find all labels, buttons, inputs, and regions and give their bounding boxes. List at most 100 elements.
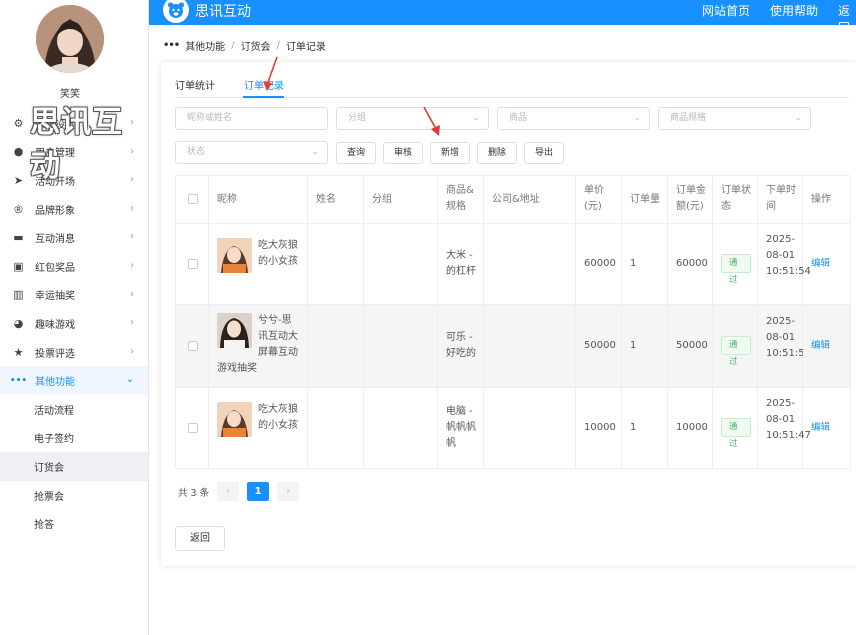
nickname-text: 吃大灰狼的小女孩 xyxy=(258,404,298,431)
sidebar-item-other-functions[interactable]: ••• 其他功能 ⌄ xyxy=(0,366,148,395)
top-bar: 思讯互动 网站首页 使用帮助 返回 xyxy=(149,0,856,35)
nickname-cell: 吃大灰狼的小女孩 xyxy=(209,388,308,469)
header-cell: 操作 xyxy=(803,176,851,224)
nickname-input[interactable]: 昵称或姓名 xyxy=(175,107,328,130)
company-cell xyxy=(484,305,576,388)
header-cell: 商品&规格 xyxy=(438,176,484,224)
nav-home-link[interactable]: 网站首页 xyxy=(702,2,750,19)
price-cell: 50000 xyxy=(576,305,622,388)
content-card: 订单统计 订单记录 昵称或姓名 分组 ⌄ 商品 ⌄ 商品规格 ⌄ 状态 ⌄ 查询… xyxy=(161,62,856,566)
sidebar-item-label: 品牌形象 xyxy=(35,205,75,217)
sidebar-item-label: 互动消息 xyxy=(35,234,75,246)
product-select-placeholder: 商品 xyxy=(509,113,528,123)
review-button[interactable]: 审核 xyxy=(383,142,423,164)
amount-cell: 60000 xyxy=(668,224,713,305)
edit-link[interactable]: 编辑 xyxy=(811,256,844,272)
status-select[interactable]: 状态 ⌄ xyxy=(175,141,328,164)
chevron-right-icon: › xyxy=(130,317,134,329)
sidebar-subitem-e-sign[interactable]: 电子签约 xyxy=(0,424,148,453)
action-cell: 编辑 xyxy=(803,388,851,469)
spec-select-placeholder: 商品规格 xyxy=(670,113,707,123)
page-number-button[interactable]: 1 xyxy=(247,482,270,501)
row-checkbox[interactable] xyxy=(188,423,198,433)
company-cell xyxy=(484,388,576,469)
header-cell: 公司&地址 xyxy=(484,176,576,224)
nav-help-link[interactable]: 使用帮助 xyxy=(770,2,818,19)
header-cell: 订单金额(元) xyxy=(668,176,713,224)
user-avatar[interactable] xyxy=(36,5,104,73)
row-checkbox[interactable] xyxy=(188,341,198,351)
breadcrumb-item[interactable]: 其他功能 xyxy=(185,38,225,53)
chevron-right-icon: › xyxy=(130,259,134,271)
product-select[interactable]: 商品 ⌄ xyxy=(497,107,650,130)
table-row: 吃大灰狼的小女孩 大米 - 的杠杆 60000 1 60000 通过 2025-… xyxy=(176,224,851,305)
send-icon: ➤ xyxy=(13,173,24,187)
gift-icon: ▣ xyxy=(13,259,24,273)
chevron-down-icon: ⌄ xyxy=(311,147,319,157)
gear-icon: ⚙ xyxy=(13,116,24,130)
header-cell: 订单量 xyxy=(622,176,668,224)
logo-icon[interactable] xyxy=(163,0,189,23)
product-cell: 大米 - 的杠杆 xyxy=(438,224,484,305)
name-cell xyxy=(308,305,364,388)
tabs: 订单统计 订单记录 xyxy=(175,74,849,98)
game-icon: ◕ xyxy=(13,316,24,330)
row-checkbox[interactable] xyxy=(188,259,198,269)
chevron-down-icon: ⌄ xyxy=(633,113,641,123)
header-cell: 姓名 xyxy=(308,176,364,224)
prev-page-button[interactable]: ‹ xyxy=(217,482,240,501)
export-button[interactable]: 导出 xyxy=(524,142,564,164)
chevron-right-icon: › xyxy=(130,345,134,357)
header-select-cell xyxy=(176,176,209,224)
product-cell: 电脑 - 帆帆帆帆 xyxy=(438,388,484,469)
nav-back-link[interactable]: 返回 xyxy=(838,2,856,36)
sidebar-subitem-ticket-grab[interactable]: 抢票会 xyxy=(0,481,148,510)
group-select-placeholder: 分组 xyxy=(348,113,367,123)
qty-cell: 1 xyxy=(622,388,668,469)
time-cell: 2025-08-01 10:51:54 xyxy=(758,224,811,305)
edit-link[interactable]: 编辑 xyxy=(811,420,844,436)
user-thumbnail xyxy=(217,238,252,273)
sidebar: 笑笑 ⚙ 系统设置 › ● 用户管理 › ➤ 活动开场 › ® 品牌形象 › ▬… xyxy=(0,0,149,635)
tab-order-records[interactable]: 订单记录 xyxy=(244,77,284,92)
next-page-button[interactable]: › xyxy=(277,482,300,501)
nickname-cell: 吃大灰狼的小女孩 xyxy=(209,224,308,305)
sidebar-subitem-quick-answer[interactable]: 抢答 xyxy=(0,509,148,538)
status-cell: 通过 xyxy=(713,305,758,388)
menu-dots-icon[interactable]: ••• xyxy=(163,40,180,51)
header-cell: 单价(元) xyxy=(576,176,622,224)
sidebar-item-fun-games[interactable]: ◕ 趣味游戏 › xyxy=(0,309,148,338)
sidebar-subitem-order-meeting[interactable]: 订货会 xyxy=(0,452,148,481)
user-thumbnail xyxy=(217,313,252,348)
sidebar-item-red-packets[interactable]: ▣ 红包奖品 › xyxy=(0,252,148,281)
sidebar-item-label: 幸运抽奖 xyxy=(35,291,75,303)
edit-link[interactable]: 编辑 xyxy=(811,338,844,354)
breadcrumb: ••• 其他功能 / 订货会 / 订单记录 xyxy=(163,38,326,53)
breadcrumb-item[interactable]: 订货会 xyxy=(241,38,271,53)
sidebar-subitem-event-flow[interactable]: 活动流程 xyxy=(0,395,148,424)
price-cell: 10000 xyxy=(576,388,622,469)
delete-button[interactable]: 删除 xyxy=(477,142,517,164)
query-button[interactable]: 查询 xyxy=(336,142,376,164)
group-select[interactable]: 分组 ⌄ xyxy=(336,107,489,130)
table-row: 吃大灰狼的小女孩 电脑 - 帆帆帆帆 10000 1 10000 通过 2025… xyxy=(176,388,851,469)
sidebar-item-lucky-draw[interactable]: ▥ 幸运抽奖 › xyxy=(0,281,148,310)
select-all-checkbox[interactable] xyxy=(188,194,198,204)
tab-order-stats[interactable]: 订单统计 xyxy=(175,77,215,92)
sidebar-item-voting[interactable]: ★ 投票评选 › xyxy=(0,338,148,367)
name-cell xyxy=(308,388,364,469)
spec-select[interactable]: 商品规格 ⌄ xyxy=(658,107,811,130)
sidebar-item-brand-image[interactable]: ® 品牌形象 › xyxy=(0,195,148,224)
status-select-placeholder: 状态 xyxy=(187,147,206,157)
breadcrumb-item-current: 订单记录 xyxy=(285,42,326,53)
back-button[interactable]: 返回 xyxy=(175,526,225,551)
header-cell: 昵称 xyxy=(209,176,308,224)
breadcrumb-separator: / xyxy=(231,40,235,51)
add-button[interactable]: 新增 xyxy=(430,142,470,164)
sidebar-item-interactive-messages[interactable]: ▬ 互动消息 › xyxy=(0,223,148,252)
status-badge: 通过 xyxy=(721,336,751,367)
header-cell: 下单时间 xyxy=(758,176,803,224)
pagination-total: 共 3 条 xyxy=(178,487,210,499)
orders-table: 昵称 姓名 分组 商品&规格 公司&地址 单价(元) 订单量 订单金额(元) 订… xyxy=(175,175,851,469)
status-cell: 通过 xyxy=(713,388,758,469)
